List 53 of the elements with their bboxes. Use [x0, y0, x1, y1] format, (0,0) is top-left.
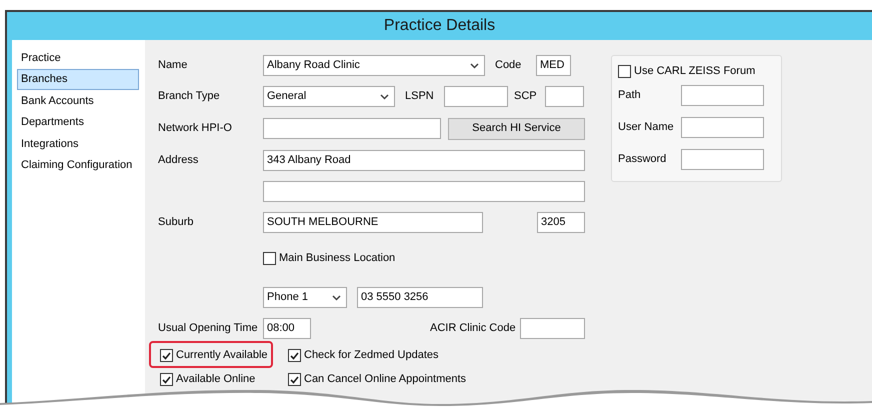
input-field[interactable]: MED: [536, 55, 571, 76]
field-label: SCP: [514, 90, 537, 102]
chevron-icon: [332, 294, 341, 300]
input-field[interactable]: SOUTH MELBOURNE: [263, 212, 483, 233]
field-label: LSPN: [405, 90, 434, 102]
checkbox[interactable]: [160, 349, 173, 362]
sidebar-item[interactable]: Bank Accounts: [17, 90, 139, 112]
input-field[interactable]: 343 Albany Road: [263, 150, 585, 171]
input-field[interactable]: [681, 85, 764, 106]
input-field[interactable]: [444, 86, 508, 107]
chevron-icon: [470, 62, 479, 68]
checkbox[interactable]: [618, 64, 631, 78]
checkbox-label: Check for Zedmed Updates: [304, 348, 439, 364]
checkbox-label: Currently Available: [176, 348, 268, 364]
field-label: Usual Opening Time: [158, 322, 258, 334]
input-field[interactable]: [520, 318, 585, 339]
field-label: Branch Type: [158, 90, 220, 102]
dropdown[interactable]: Albany Road Clinic: [263, 55, 485, 76]
input-field[interactable]: 3205: [537, 212, 585, 233]
input-field[interactable]: [263, 118, 441, 139]
input-field[interactable]: [681, 149, 764, 170]
field-label: Name: [158, 59, 188, 72]
chevron-icon: [380, 94, 389, 100]
sidebar-item[interactable]: Claiming Configuration: [17, 154, 139, 176]
sidebar-item[interactable]: Departments: [17, 112, 139, 133]
field-label: Network HPI-O: [158, 122, 232, 134]
checkbox[interactable]: [160, 373, 173, 386]
checkbox[interactable]: [288, 349, 301, 362]
checkbox-label: Main Business Location: [279, 251, 396, 266]
checkbox-label: Can Cancel Online Appointments: [304, 372, 466, 388]
sidebar-item[interactable]: Practice: [17, 47, 139, 68]
dropdown[interactable]: Phone 1: [263, 287, 347, 308]
checkbox-label: Use CARL ZEISS Forum: [634, 64, 756, 79]
checkbox[interactable]: [263, 252, 276, 265]
window-title: Practice Details: [384, 16, 496, 36]
checkbox-label: Available Online: [176, 372, 256, 388]
field-label: User Name: [618, 121, 674, 134]
sidebar-item[interactable]: Branches: [17, 68, 139, 90]
checkbox[interactable]: [288, 373, 301, 386]
field-label: Address: [158, 154, 198, 166]
field-label: Password: [618, 153, 666, 166]
input-field[interactable]: [263, 181, 585, 202]
field-label: Path: [618, 89, 641, 102]
input-field[interactable]: [681, 117, 764, 138]
search-button[interactable]: Search HI Service: [448, 118, 585, 140]
field-label: Code: [495, 59, 522, 72]
sidebar-item[interactable]: Integrations: [17, 133, 139, 154]
input-field[interactable]: 03 5550 3256: [357, 287, 483, 308]
input-field[interactable]: [545, 86, 584, 107]
field-label: ACIR Clinic Code: [430, 322, 516, 334]
input-field[interactable]: 08:00: [263, 318, 311, 339]
field-label: Suburb: [158, 216, 194, 228]
dropdown[interactable]: General: [263, 86, 395, 107]
